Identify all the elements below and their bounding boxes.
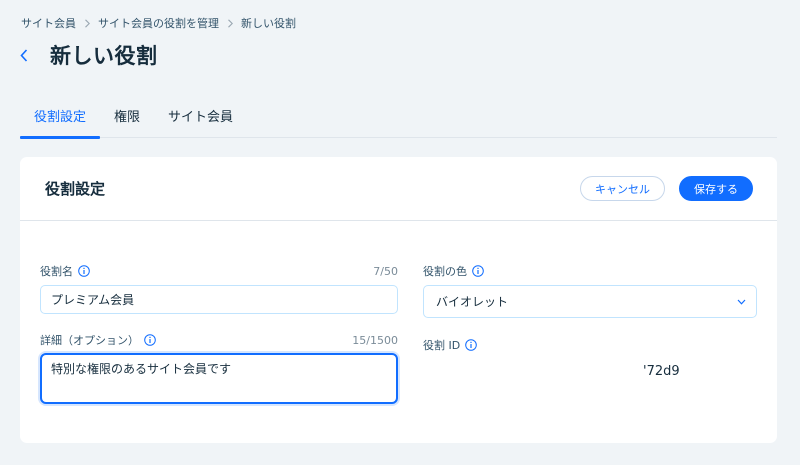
tab-permissions[interactable]: 権限 [100,98,154,138]
info-icon[interactable] [144,334,156,346]
role-name-field: 役割名 7/50 プレミアム会員 [40,263,398,314]
details-counter: 15/1500 [352,333,398,347]
role-name-input[interactable]: プレミアム会員 [40,285,398,314]
role-name-label: 役割名 [40,265,73,278]
chevron-left-icon [20,48,28,62]
role-color-select[interactable]: バイオレット [423,285,757,318]
page-header: 新しい役割 [20,40,158,70]
role-settings-card: 役割設定 キャンセル 保存する 役割名 7/50 プレミアム会員 詳細（オプショ… [20,157,777,443]
role-id-label: 役割 ID [423,339,461,352]
tab-bar: 役割設定 権限 サイト会員 [20,98,777,139]
tab-site-members[interactable]: サイト会員 [154,98,247,138]
card-header: 役割設定 キャンセル 保存する [20,157,777,221]
cancel-button[interactable]: キャンセル [580,176,665,201]
back-button[interactable] [20,45,34,65]
breadcrumb-item-manage-roles[interactable]: サイト会員の役割を管理 [98,15,219,31]
page: サイト会員 サイト会員の役割を管理 新しい役割 新しい役割 役割設定 権限 サイ… [0,0,800,465]
details-textarea[interactable]: 特別な権限のあるサイト会員です [40,353,398,404]
chevron-down-icon [737,299,746,305]
role-id-value: '72d9 [643,364,680,379]
role-id-field: 役割 ID [423,337,757,353]
info-icon[interactable] [465,339,478,351]
info-icon[interactable] [78,265,90,277]
save-button[interactable]: 保存する [679,176,753,201]
info-icon[interactable] [472,265,484,277]
role-color-label: 役割の色 [423,265,467,278]
role-color-field: 役割の色 バイオレット [423,263,757,318]
role-name-counter: 7/50 [373,264,398,278]
breadcrumb: サイト会員 サイト会員の役割を管理 新しい役割 [21,15,296,31]
breadcrumb-item-site-members[interactable]: サイト会員 [21,15,76,31]
card-title: 役割設定 [45,180,106,198]
details-field: 詳細（オプション） 15/1500 特別な権限のあるサイト会員です [40,332,398,404]
page-title: 新しい役割 [50,44,158,68]
details-label: 詳細（オプション） [40,334,139,347]
chevron-right-icon [76,18,98,28]
role-color-value: バイオレット [436,295,509,309]
breadcrumb-item-current: 新しい役割 [241,17,296,30]
chevron-right-icon [219,18,241,28]
tab-role-settings[interactable]: 役割設定 [20,98,101,139]
